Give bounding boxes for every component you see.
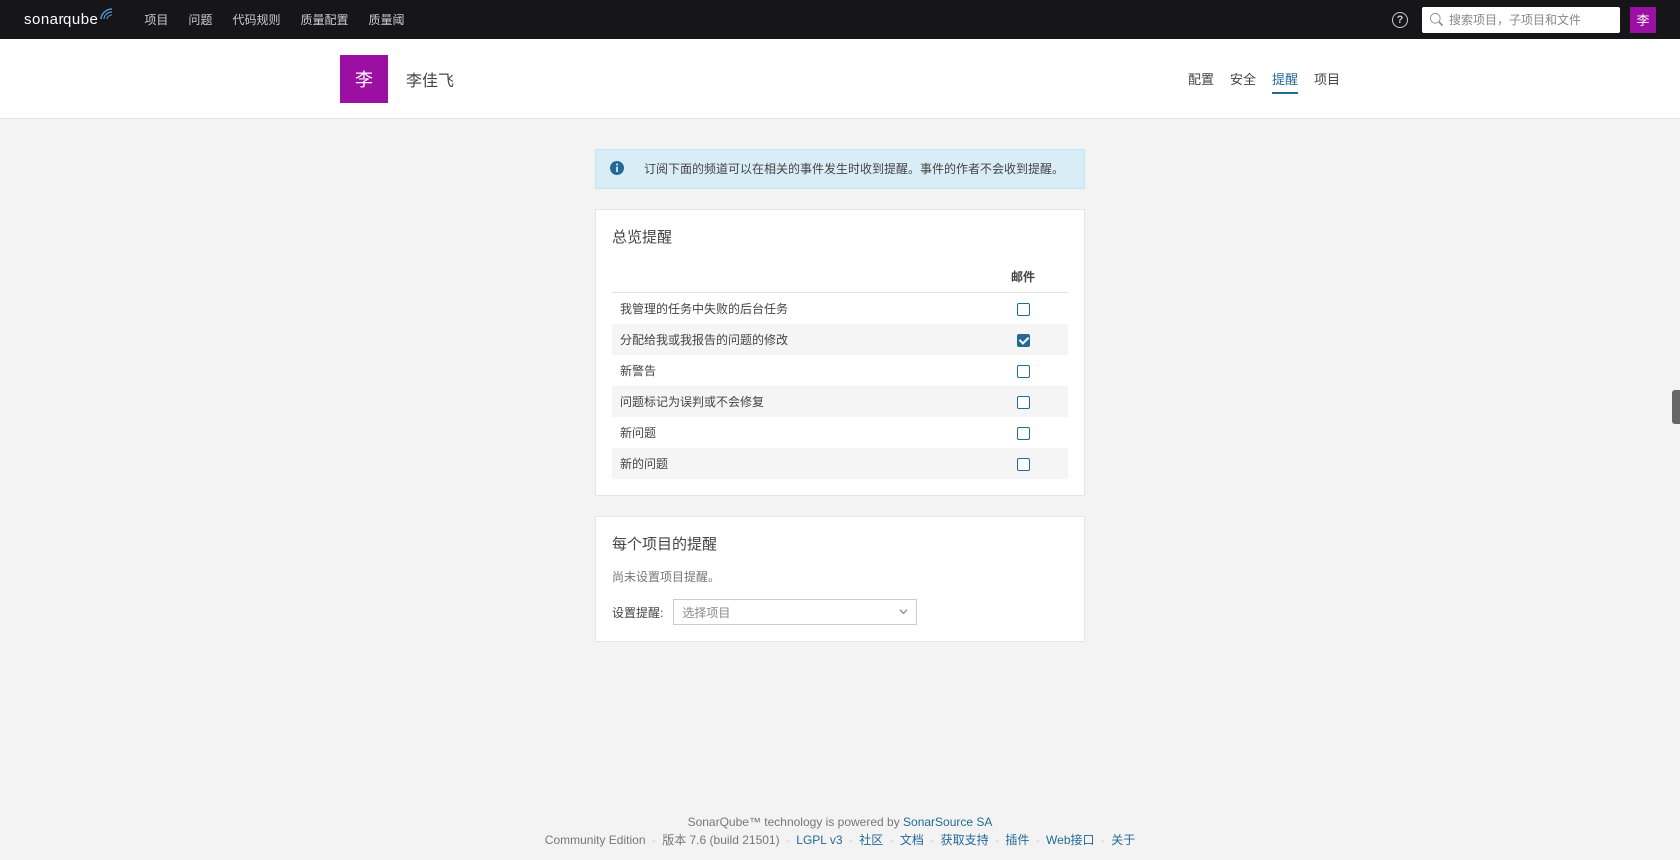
- page-footer: SonarQube™ technology is powered by Sona…: [0, 799, 1680, 860]
- per-project-empty: 尚未设置项目提醒。: [612, 568, 1068, 585]
- notification-row: 我管理的任务中失败的后台任务: [612, 293, 1068, 325]
- per-project-title: 每个项目的提醒: [612, 533, 1068, 554]
- footer-version: 版本 7.6 (build 21501): [662, 833, 779, 847]
- nav-projects[interactable]: 项目: [144, 11, 168, 28]
- nav-issues[interactable]: 问题: [188, 11, 212, 28]
- notification-checkbox[interactable]: [1017, 458, 1030, 471]
- notification-row: 新的问题: [612, 448, 1068, 479]
- tab-notifications[interactable]: 提醒: [1272, 39, 1298, 118]
- overall-notifications-title: 总览提醒: [612, 226, 1068, 247]
- channel-header: 邮件: [978, 261, 1068, 293]
- notification-checkbox[interactable]: [1017, 396, 1030, 409]
- notification-label: 我管理的任务中失败的后台任务: [612, 293, 978, 325]
- footer-docs-link[interactable]: 文档: [900, 833, 924, 847]
- tab-security[interactable]: 安全: [1230, 39, 1256, 118]
- user-name: 李佳飞: [406, 67, 454, 91]
- notification-checkbox[interactable]: [1017, 303, 1030, 316]
- notification-label: 分配给我或我报告的问题的修改: [612, 324, 978, 355]
- notification-row: 新警告: [612, 355, 1068, 386]
- notification-row: 分配给我或我报告的问题的修改: [612, 324, 1068, 355]
- brand-text-first: sonar: [24, 11, 64, 28]
- user-avatar-large: 李: [340, 55, 388, 103]
- notification-checkbox[interactable]: [1017, 334, 1030, 347]
- notification-row: 新问题: [612, 417, 1068, 448]
- side-tab-handle[interactable]: [1672, 390, 1680, 424]
- footer-support-link[interactable]: 获取支持: [941, 833, 989, 847]
- nav-quality-profiles[interactable]: 质量配置: [300, 11, 348, 28]
- chevron-down-icon: [899, 605, 908, 619]
- top-nav: sonarqube 项目 问题 代码规则 质量配置 质量阈 ? 李: [0, 0, 1680, 39]
- brand-text-second: qube: [63, 11, 98, 28]
- footer-community-link[interactable]: 社区: [859, 833, 883, 847]
- search-icon: [1430, 13, 1443, 26]
- tab-profile[interactable]: 配置: [1188, 39, 1214, 118]
- notification-label: 新警告: [612, 355, 978, 386]
- notification-checkbox[interactable]: [1017, 427, 1030, 440]
- per-project-panel: 每个项目的提醒 尚未设置项目提醒。 设置提醒: 选择项目: [595, 516, 1085, 642]
- info-banner-text: 订阅下面的频道可以在相关的事件发生时收到提醒。事件的作者不会收到提醒。: [644, 160, 1064, 177]
- footer-about-link[interactable]: 关于: [1111, 833, 1135, 847]
- footer-plugins-link[interactable]: 插件: [1005, 833, 1029, 847]
- overall-notifications-table: 邮件 我管理的任务中失败的后台任务分配给我或我报告的问题的修改新警告问题标记为误…: [612, 261, 1068, 479]
- notification-checkbox[interactable]: [1017, 365, 1030, 378]
- info-icon: [610, 161, 624, 178]
- nav-rules[interactable]: 代码规则: [232, 11, 280, 28]
- footer-powered-text: SonarQube™ technology is powered by: [688, 815, 903, 829]
- notification-label: 新问题: [612, 417, 978, 448]
- footer-edition: Community Edition: [545, 833, 646, 847]
- set-notification-label: 设置提醒:: [612, 604, 663, 621]
- notification-row: 问题标记为误判或不会修复: [612, 386, 1068, 417]
- project-select[interactable]: 选择项目: [673, 599, 917, 625]
- brand-logo[interactable]: sonarqube: [24, 11, 114, 28]
- help-icon[interactable]: ?: [1392, 12, 1408, 28]
- footer-lgpl-link[interactable]: LGPL v3: [796, 833, 842, 847]
- tab-projects[interactable]: 项目: [1314, 39, 1340, 118]
- info-banner: 订阅下面的频道可以在相关的事件发生时收到提醒。事件的作者不会收到提醒。: [595, 149, 1085, 189]
- footer-sonarsource-link[interactable]: SonarSource SA: [903, 815, 992, 829]
- user-avatar-small[interactable]: 李: [1630, 7, 1656, 33]
- notification-label: 新的问题: [612, 448, 978, 479]
- nav-quality-gates[interactable]: 质量阈: [368, 11, 404, 28]
- profile-subnav: 李 李佳飞 配置 安全 提醒 项目: [0, 39, 1680, 119]
- page-body: 订阅下面的频道可以在相关的事件发生时收到提醒。事件的作者不会收到提醒。 总览提醒…: [0, 119, 1680, 799]
- notification-label: 问题标记为误判或不会修复: [612, 386, 978, 417]
- project-select-placeholder: 选择项目: [682, 604, 730, 621]
- footer-api-link[interactable]: Web接口: [1046, 833, 1094, 847]
- global-search[interactable]: [1422, 7, 1620, 33]
- overall-notifications-panel: 总览提醒 邮件 我管理的任务中失败的后台任务分配给我或我报告的问题的修改新警告问…: [595, 209, 1085, 496]
- brand-wave-icon: [100, 8, 114, 23]
- search-input[interactable]: [1449, 13, 1612, 27]
